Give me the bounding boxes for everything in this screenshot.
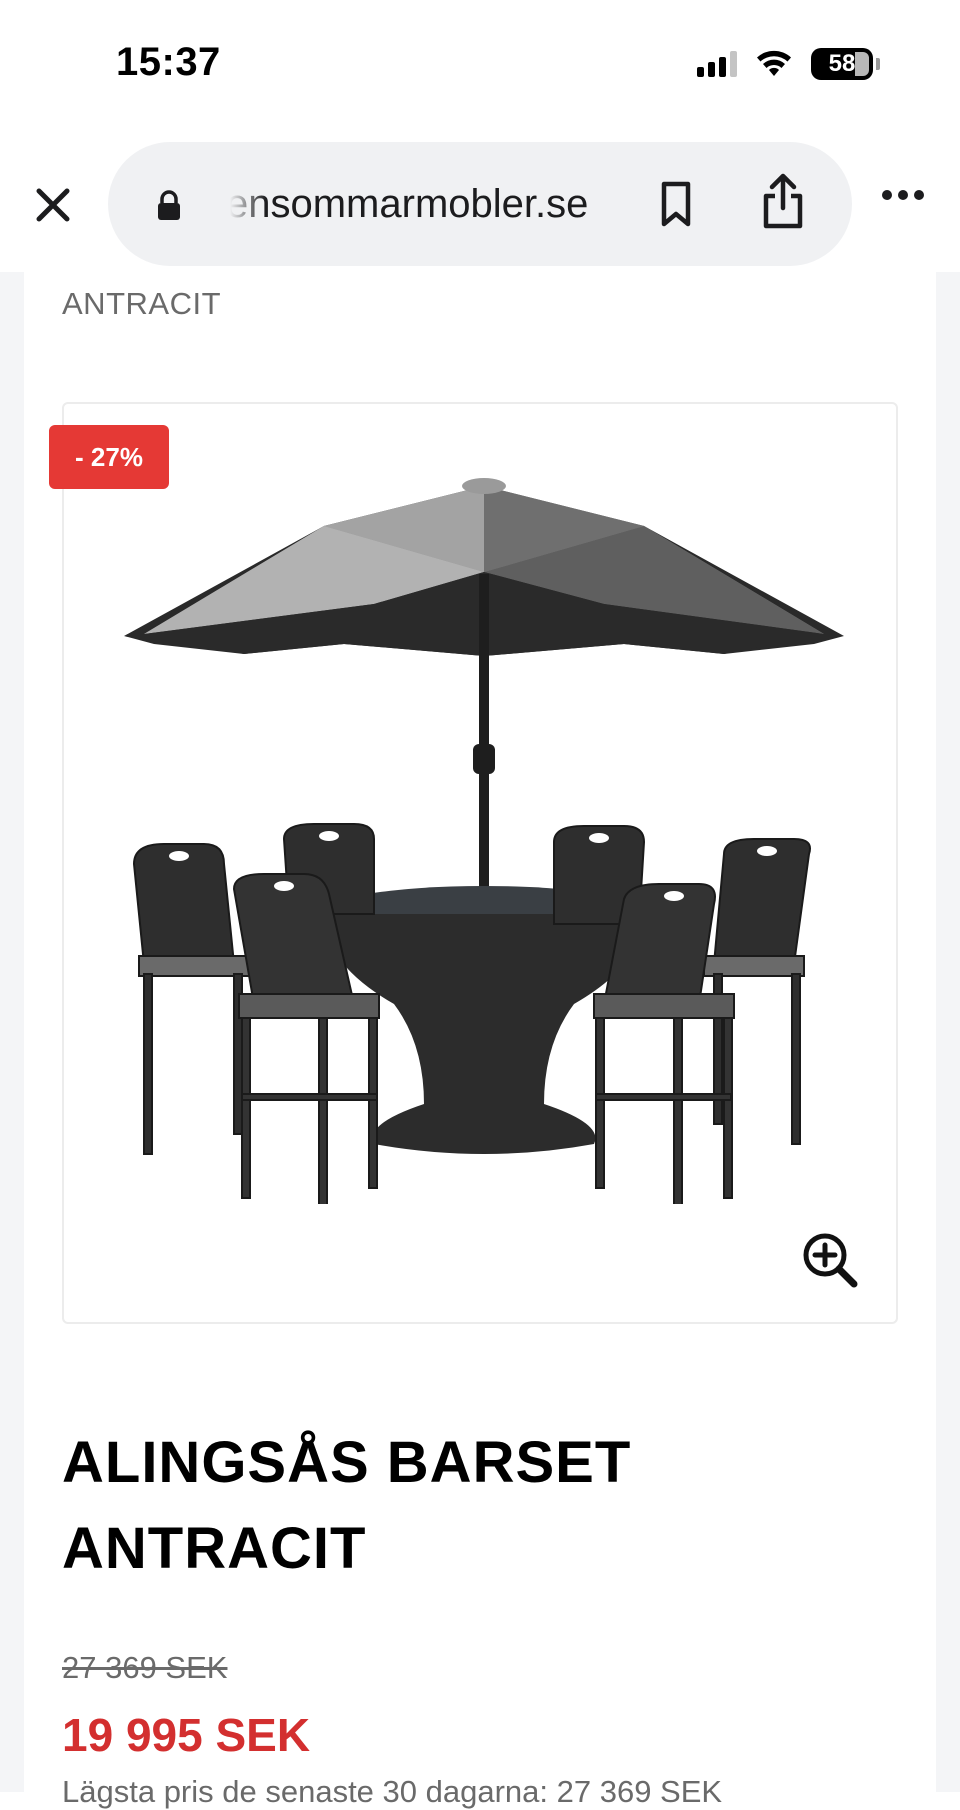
bookmark-icon[interactable]	[656, 180, 696, 230]
page-content: ANTRACIT - 27% ALINGSÅS BARSET ANTRACIT …	[0, 272, 960, 1809]
product-title-line1: ALINGSÅS BARSET	[62, 1430, 632, 1495]
original-price: 27 369 SEK	[62, 1650, 228, 1685]
sale-price: 19 995 SEK	[62, 1709, 311, 1761]
product-image-container[interactable]	[62, 402, 898, 1324]
lock-icon	[158, 190, 180, 220]
address-bar[interactable]: ensommarmobler.se	[108, 142, 852, 266]
product-title: ALINGSÅS BARSET ANTRACIT	[62, 1420, 842, 1592]
wifi-icon	[757, 50, 791, 76]
battery-icon: 58	[811, 48, 873, 80]
battery-level: 58	[828, 50, 856, 77]
status-icons: 58	[697, 44, 880, 84]
zoom-in-icon[interactable]	[800, 1230, 860, 1290]
product-image[interactable]	[124, 444, 844, 1204]
close-button[interactable]	[28, 180, 78, 230]
more-icon[interactable]	[882, 190, 924, 200]
product-title-line2: ANTRACIT	[62, 1516, 367, 1581]
status-bar: 15:37 58	[0, 0, 960, 130]
status-time: 15:37	[116, 40, 221, 84]
product-card: ANTRACIT - 27% ALINGSÅS BARSET ANTRACIT …	[24, 272, 936, 1809]
lowest-price-note: Lägsta pris de senaste 30 dagarna: 27 36…	[62, 1774, 723, 1809]
share-icon[interactable]	[758, 172, 808, 232]
browser-toolbar: ensommarmobler.se	[0, 130, 960, 272]
cellular-signal-icon	[697, 51, 737, 77]
variant-label: ANTRACIT	[62, 286, 221, 321]
close-icon	[36, 188, 70, 222]
discount-badge: - 27%	[49, 425, 169, 489]
